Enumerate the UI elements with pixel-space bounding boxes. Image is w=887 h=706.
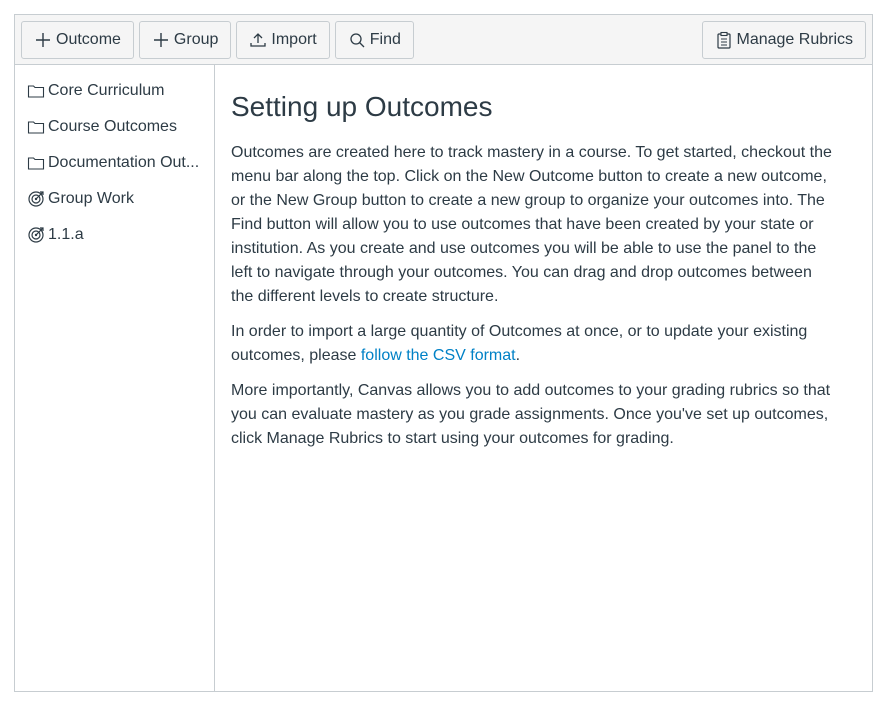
manage-rubrics-label: Manage Rubrics — [736, 30, 854, 48]
csv-format-link[interactable]: follow the CSV format — [361, 347, 516, 364]
add-group-button[interactable]: Group — [138, 20, 232, 59]
upload-icon — [249, 31, 267, 49]
rubrics-paragraph: More importantly, Canvas allows you to a… — [231, 382, 831, 447]
import-label: Import — [271, 30, 317, 48]
outcomes-target-icon — [27, 190, 45, 208]
find-label: Find — [369, 30, 401, 48]
add-outcome-label: Outcome — [56, 30, 121, 48]
import-paragraph: In order to import a large quantity of O… — [231, 320, 832, 368]
import-paragraph-end: . — [515, 347, 521, 364]
sidebar-item-label: 1.1.a — [48, 226, 84, 243]
plus-icon — [152, 31, 170, 49]
sidebar-item-label: Course Outcomes — [48, 118, 177, 135]
page-title: Setting up Outcomes — [231, 91, 493, 122]
folder-icon — [27, 82, 45, 100]
sidebar-item-label: Core Curriculum — [48, 82, 165, 99]
add-outcome-button[interactable]: Outcome — [21, 20, 134, 59]
sidebar-item-label: Documentation Out... — [48, 154, 200, 171]
find-button[interactable]: Find — [334, 20, 414, 59]
sidebar-item-documentation-outcomes[interactable]: Documentation Out... — [15, 145, 214, 181]
import-button[interactable]: Import — [236, 20, 330, 59]
sidebar-item-1-1-a[interactable]: 1.1.a — [15, 217, 214, 253]
folder-icon — [27, 154, 45, 172]
main-content: Setting up Outcomes Outcomes are created… — [215, 65, 872, 691]
plus-icon — [34, 31, 52, 49]
rubric-clipboard-icon — [715, 31, 733, 49]
toolbar: Outcome Group Import Find Manage Rubrics — [15, 15, 872, 65]
outcomes-panel: Outcome Group Import Find Manage Rubrics — [14, 14, 873, 692]
sidebar-item-group-work[interactable]: Group Work — [15, 181, 214, 217]
sidebar-item-label: Group Work — [48, 190, 134, 207]
sidebar-item-course-outcomes[interactable]: Course Outcomes — [15, 109, 214, 145]
intro-paragraph: Outcomes are created here to track maste… — [231, 144, 832, 305]
folder-icon — [27, 118, 45, 136]
search-icon — [348, 31, 366, 49]
outcomes-sidebar: Core Curriculum Course Outcomes Document… — [15, 65, 215, 691]
add-group-label: Group — [173, 30, 219, 48]
manage-rubrics-button[interactable]: Manage Rubrics — [701, 20, 866, 59]
outcomes-target-icon — [27, 226, 45, 244]
sidebar-item-core-curriculum[interactable]: Core Curriculum — [15, 73, 214, 109]
